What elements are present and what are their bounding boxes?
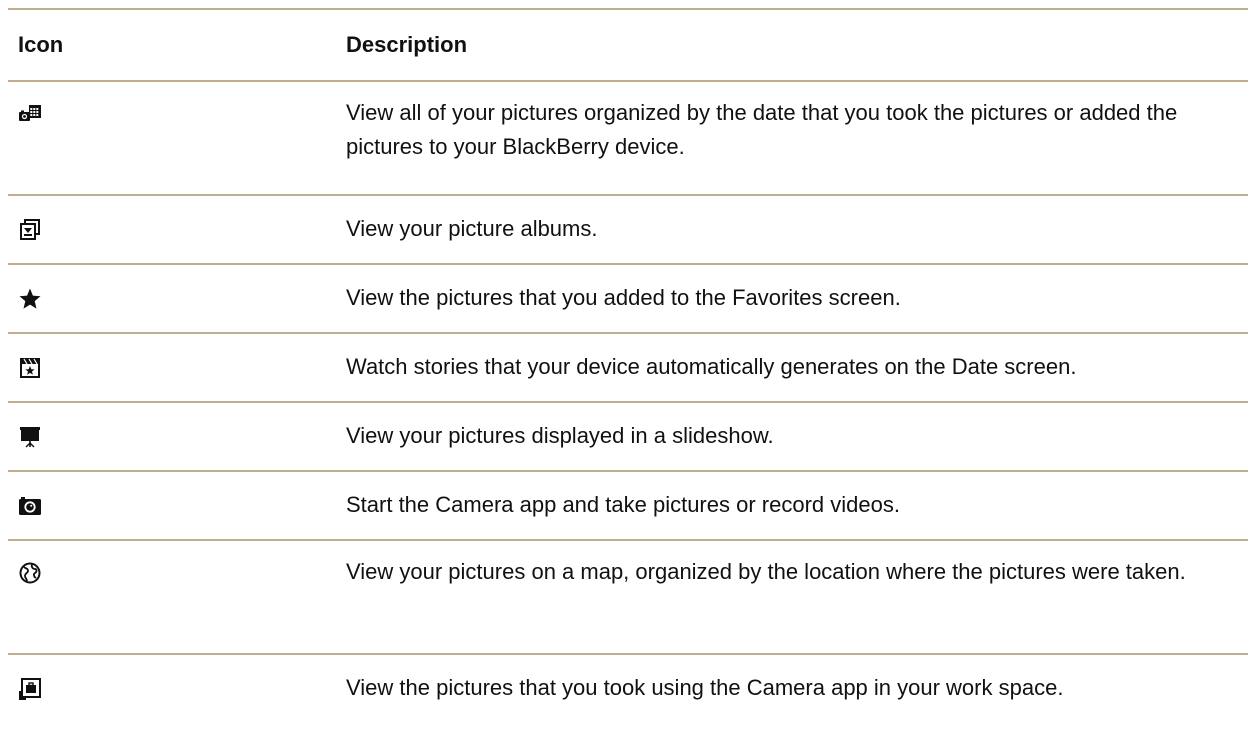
table-row: Watch stories that your device automatic…	[8, 334, 1248, 403]
row-description: View the pictures that you added to the …	[346, 285, 901, 310]
table-row: View your pictures on a map, organized b…	[8, 541, 1248, 655]
table-row: Start the Camera app and take pictures o…	[8, 472, 1248, 541]
slideshow-icon	[18, 425, 42, 449]
header-icon-label: Icon	[18, 32, 64, 57]
header-description-label: Description	[346, 32, 468, 57]
icon-description-table: Icon Description View all of your pictur…	[8, 8, 1248, 724]
camera-icon	[18, 494, 42, 518]
table-row: View the pictures that you added to the …	[8, 265, 1248, 334]
story-icon	[18, 356, 42, 380]
albums-icon	[18, 218, 42, 242]
row-description: Watch stories that your device automatic…	[346, 354, 1077, 379]
table-row: View your pictures displayed in a slides…	[8, 403, 1248, 472]
table-header-row: Icon Description	[8, 10, 1248, 82]
row-description: View all of your pictures organized by t…	[346, 100, 1178, 159]
work-space-icon	[18, 677, 42, 701]
row-description: View the pictures that you took using th…	[346, 675, 1064, 700]
table-row: View your picture albums.	[8, 196, 1248, 265]
camera-calendar-icon	[18, 102, 42, 126]
row-description: View your pictures on a map, organized b…	[346, 559, 1186, 584]
table-row: View all of your pictures organized by t…	[8, 82, 1248, 196]
row-description: Start the Camera app and take pictures o…	[346, 492, 900, 517]
row-description: View your pictures displayed in a slides…	[346, 423, 774, 448]
row-description: View your picture albums.	[346, 216, 598, 241]
table-row: View the pictures that you took using th…	[8, 655, 1248, 724]
globe-icon	[18, 561, 42, 585]
star-icon	[18, 287, 42, 311]
